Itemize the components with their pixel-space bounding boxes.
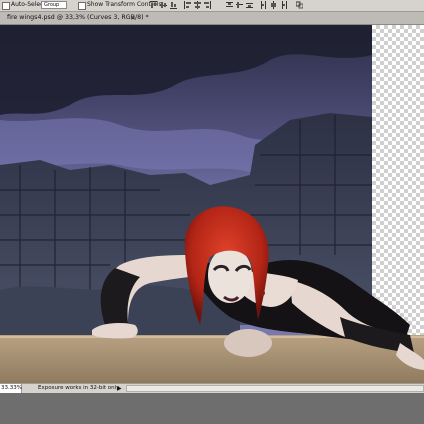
distribute-left-icon[interactable] (260, 1, 267, 9)
status-message: Exposure works in 32-bit only (38, 385, 120, 391)
knee (224, 329, 272, 357)
distribute-top-icon[interactable] (226, 1, 233, 9)
align-right-icon[interactable] (204, 1, 211, 9)
auto-select-value: Group (44, 2, 60, 8)
auto-select-dropdown[interactable]: Group (41, 1, 67, 9)
align-left-icon[interactable] (184, 1, 191, 9)
zoom-level-field[interactable]: 33.33% (0, 384, 22, 393)
auto-select-checkbox[interactable] (2, 2, 10, 10)
necklace-pendant (259, 290, 265, 296)
distribute-bottom-icon[interactable] (246, 1, 253, 9)
document-title: fire wings4.psd @ 33,3% (Curves 3, RGB/8… (7, 14, 149, 21)
document-tab[interactable]: fire wings4.psd @ 33,3% (Curves 3, RGB/8… (0, 12, 424, 25)
options-bar: Auto-Select: Group Show Transform Contro… (0, 0, 424, 12)
align-top-icon[interactable] (150, 1, 157, 9)
status-bar: 33.33% Exposure works in 32-bit only ▶ (0, 383, 424, 393)
photo-layer (0, 25, 424, 383)
align-horizontal-center-icon[interactable] (194, 1, 201, 9)
distribute-vertical-center-icon[interactable] (236, 1, 243, 9)
close-icon[interactable]: × (130, 12, 136, 24)
align-vertical-center-icon[interactable] (160, 1, 167, 9)
workspace-background (0, 393, 424, 424)
show-transform-checkbox[interactable] (78, 2, 86, 10)
horizontal-scrollbar[interactable] (126, 385, 424, 392)
align-bottom-icon[interactable] (170, 1, 177, 9)
auto-align-layers-icon[interactable] (296, 1, 303, 9)
status-menu-arrow-icon[interactable]: ▶ (117, 384, 122, 393)
distribute-right-icon[interactable] (280, 1, 287, 9)
distribute-horizontal-center-icon[interactable] (270, 1, 277, 9)
document-canvas[interactable] (0, 25, 424, 383)
